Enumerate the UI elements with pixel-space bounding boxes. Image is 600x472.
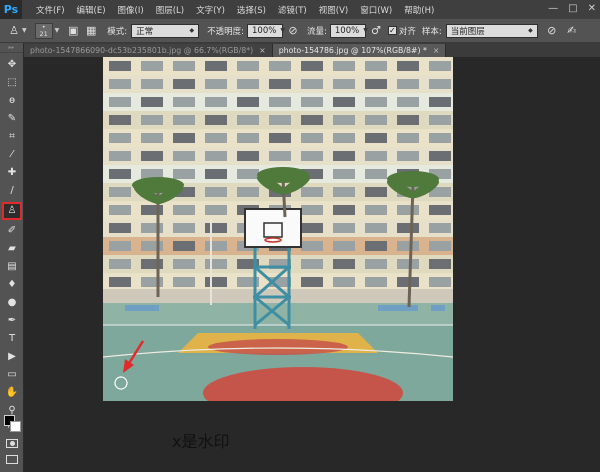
menu-select[interactable]: 选择(S) [231, 4, 272, 16]
background-color-swatch[interactable] [10, 421, 21, 432]
tab-document-1[interactable]: photo-1547866090-dc53b235801b.jpg @ 66.7… [24, 44, 273, 57]
document-tabs: photo-1547866090-dc53b235801b.jpg @ 66.7… [24, 43, 600, 57]
mode-select-value: 正常 [136, 26, 154, 37]
chevron-down-icon: ◆ [189, 27, 195, 34]
quick-select-tool-icon[interactable]: ✎ [4, 112, 20, 126]
clone-stamp-tool-icon[interactable]: ♙ [2, 202, 22, 220]
window-controls: — □ ✕ [548, 3, 596, 14]
tab-document-2[interactable]: photo-154786.jpg @ 107%(RGB/8#) * × [272, 44, 447, 57]
checkbox-checked-icon: ✓ [387, 26, 397, 35]
brush-size-value: 21 [39, 29, 48, 38]
gradient-tool-icon[interactable]: ▤ [4, 260, 20, 274]
document-canvas-photo[interactable] [103, 57, 453, 401]
move-tool-icon[interactable]: ✥ [4, 58, 20, 72]
opacity-value: 100% [252, 25, 277, 36]
minimize-button[interactable]: — [548, 3, 558, 14]
type-tool-icon[interactable]: T [4, 332, 20, 346]
menu-help[interactable]: 帮助(H) [398, 4, 440, 16]
blur-tool-icon[interactable]: ♦ [4, 278, 20, 292]
menu-layer[interactable]: 图层(L) [150, 4, 190, 16]
menu-view[interactable]: 视图(V) [313, 4, 354, 16]
ignore-adjustment-layers-icon[interactable]: ⊘ [544, 23, 560, 39]
watermark-text: x是水印 [172, 432, 230, 451]
path-select-tool-icon[interactable]: ▶ [4, 350, 20, 364]
eraser-tool-icon[interactable]: ▰ [4, 242, 20, 256]
chevron-down-icon: ◆ [528, 27, 533, 34]
toggle-brush-panel-icon[interactable]: ▣ [65, 23, 81, 39]
preset-dropdown-arrow-icon[interactable]: ▼ [22, 27, 27, 34]
lasso-tool-icon[interactable]: ɵ [4, 94, 20, 108]
healing-brush-tool-icon[interactable]: ✚ [4, 166, 20, 180]
flow-label: 流量: [307, 26, 327, 37]
airbrush-icon[interactable]: ♂ [368, 23, 384, 39]
menu-window[interactable]: 窗口(W) [354, 4, 398, 16]
hand-tool-icon[interactable]: ✋ [4, 386, 20, 400]
marquee-tool-icon[interactable]: ⬚ [4, 76, 20, 90]
options-bar: ♙ ▼ • 21 ▼ ▣ ▦ 模式: 正常 ◆ 不透明度: 100% ▼ ⊘ 流… [0, 19, 600, 43]
sample-select-value: 当前图层 [450, 26, 485, 37]
toggle-clone-source-icon[interactable]: ▦ [83, 23, 99, 39]
close-icon[interactable]: × [259, 46, 266, 55]
quick-mask-icon[interactable] [6, 439, 18, 448]
sample-label: 样本: [421, 26, 442, 37]
menu-image[interactable]: 图像(I) [112, 4, 150, 16]
shape-tool-icon[interactable]: ▭ [4, 368, 20, 382]
sample-select[interactable]: 当前图层 ◆ [445, 23, 538, 38]
pen-tool-icon[interactable]: ✒ [4, 314, 20, 328]
history-brush-tool-icon[interactable]: ✐ [4, 224, 20, 238]
basketball-court-photo [103, 57, 453, 401]
brush-size-picker[interactable]: • 21 [34, 22, 53, 39]
menu-file[interactable]: 文件(F) [30, 4, 71, 16]
aligned-label: 对齐 [398, 26, 416, 37]
flow-value: 100% [334, 25, 360, 36]
pressure-size-icon[interactable]: ✍ [564, 23, 580, 39]
menu-type[interactable]: 文字(Y) [190, 4, 231, 16]
mode-label: 模式: [107, 26, 128, 37]
pressure-opacity-icon[interactable]: ⊘ [285, 23, 301, 39]
menu-edit[interactable]: 编辑(E) [71, 4, 112, 16]
crop-tool-icon[interactable]: ⌗ [4, 130, 20, 144]
maximize-button[interactable]: □ [568, 3, 577, 14]
close-button[interactable]: ✕ [588, 3, 596, 14]
tab-label: photo-1547866090-dc53b235801b.jpg @ 66.7… [30, 46, 254, 55]
menu-bar: Ps 文件(F) 编辑(E) 图像(I) 图层(L) 文字(Y) 选择(S) 滤… [0, 0, 600, 19]
panel-grip-icon[interactable]: ▸▸ [0, 43, 23, 53]
menu-filter[interactable]: 滤镜(T) [272, 4, 313, 16]
aligned-checkbox[interactable]: ✓ 对齐 [387, 25, 416, 37]
screen-mode-icon[interactable] [6, 455, 18, 464]
app-logo: Ps [0, 0, 22, 19]
main-menu: 文件(F) 编辑(E) 图像(I) 图层(L) 文字(Y) 选择(S) 滤镜(T… [30, 4, 440, 16]
opacity-label: 不透明度: [207, 26, 244, 37]
brush-tool-icon[interactable]: / [4, 184, 20, 198]
tab-label: photo-154786.jpg @ 107%(RGB/8#) * [278, 46, 427, 55]
close-icon[interactable]: × [433, 46, 440, 55]
mode-select[interactable]: 正常 ◆ [131, 23, 200, 38]
eyedropper-tool-icon[interactable]: ⁄ [4, 148, 20, 162]
brush-dropdown-arrow-icon[interactable]: ▼ [55, 27, 60, 34]
clone-stamp-preset-icon[interactable]: ♙ [6, 23, 22, 39]
tools-panel: ▸▸ ✥ ⬚ ɵ ✎ ⌗ ⁄ ✚ / ♙ ✐ ▰ ▤ ♦ ● ✒ T ▶ ▭ ✋… [0, 43, 24, 472]
flow-input[interactable]: 100% ▼ [329, 23, 368, 38]
dodge-tool-icon[interactable]: ● [4, 296, 20, 310]
opacity-input[interactable]: 100% ▼ [247, 23, 285, 38]
canvas-area[interactable]: x是水印 [24, 57, 600, 472]
